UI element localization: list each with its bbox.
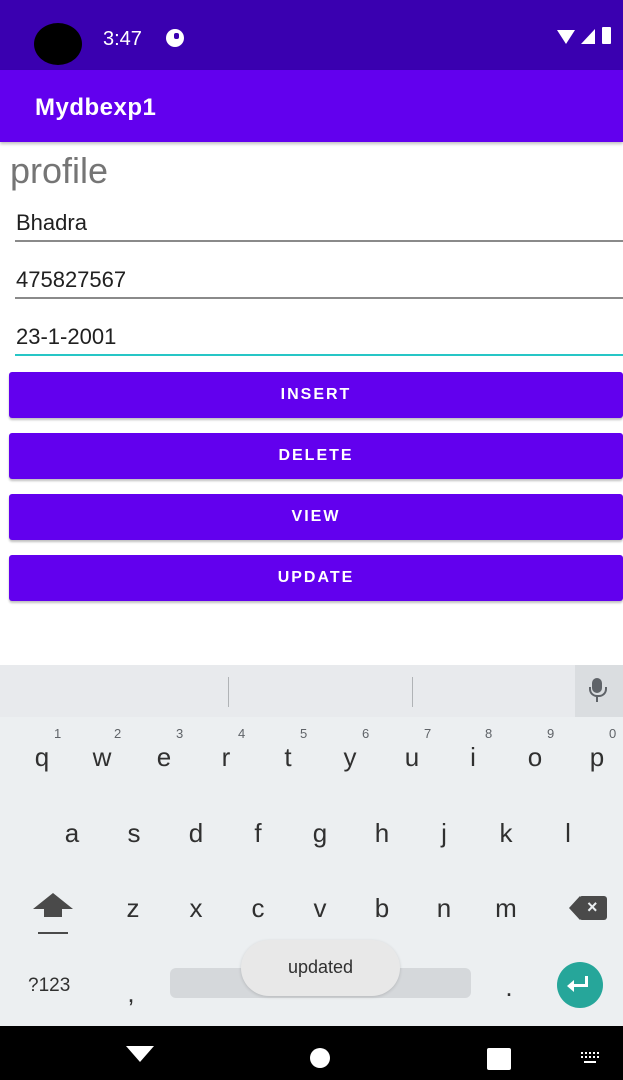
key-n[interactable]: n	[424, 893, 464, 924]
comma-key[interactable]: ,	[111, 978, 151, 1009]
name-field[interactable]: Bhadra	[15, 200, 623, 242]
navigation-bar	[0, 1026, 623, 1080]
key-hint-0: 0	[609, 726, 617, 741]
key-e[interactable]: e	[144, 742, 184, 773]
app-title: Mydbexp1	[35, 94, 157, 121]
key-hint-5: 5	[300, 726, 308, 741]
key-hint-2: 2	[114, 726, 122, 741]
wifi-icon	[557, 30, 575, 44]
key-p[interactable]: p	[577, 742, 617, 773]
key-hint-3: 3	[176, 726, 184, 741]
backspace-icon[interactable]: ×	[569, 896, 607, 920]
key-o[interactable]: o	[515, 742, 555, 773]
update-button[interactable]: UPDATE	[9, 555, 623, 601]
key-hint-6: 6	[362, 726, 370, 741]
signal-icon	[581, 29, 595, 44]
battery-icon	[602, 27, 611, 44]
key-v[interactable]: v	[300, 893, 340, 924]
keyboard-switch-icon[interactable]	[581, 1052, 599, 1064]
key-q[interactable]: q	[22, 742, 62, 773]
key-d[interactable]: d	[176, 818, 216, 849]
key-b[interactable]: b	[362, 893, 402, 924]
key-y[interactable]: y	[330, 742, 370, 773]
shift-icon-stem	[44, 908, 62, 917]
app-bar: Mydbexp1	[0, 70, 623, 142]
notification-icon	[166, 29, 184, 47]
shift-icon-underline	[38, 932, 68, 934]
suggestion-divider	[412, 677, 413, 707]
key-k[interactable]: k	[486, 818, 526, 849]
status-time: 3:47	[103, 28, 142, 50]
phone-field[interactable]: 475827567	[15, 257, 623, 299]
suggestion-divider	[228, 677, 229, 707]
status-bar: 3:47	[0, 0, 623, 70]
key-w[interactable]: w	[82, 742, 122, 773]
enter-icon[interactable]	[557, 962, 603, 1008]
key-hint-4: 4	[238, 726, 246, 741]
dob-field-value: 23-1-2001	[16, 324, 117, 349]
key-hint-8: 8	[485, 726, 493, 741]
insert-button[interactable]: INSERT	[9, 372, 623, 418]
key-hint-7: 7	[424, 726, 432, 741]
name-field-value: Bhadra	[16, 210, 87, 235]
delete-button[interactable]: DELETE	[9, 433, 623, 479]
keyboard-suggestion-strip	[0, 665, 623, 718]
dob-field[interactable]: 23-1-2001	[15, 314, 623, 356]
home-icon[interactable]	[310, 1048, 330, 1068]
key-i[interactable]: i	[453, 742, 493, 773]
key-t[interactable]: t	[268, 742, 308, 773]
camera-cutout	[34, 23, 82, 65]
key-m[interactable]: m	[486, 893, 526, 924]
key-z[interactable]: z	[113, 893, 153, 924]
key-r[interactable]: r	[206, 742, 246, 773]
key-h[interactable]: h	[362, 818, 402, 849]
key-a[interactable]: a	[52, 818, 92, 849]
key-l[interactable]: l	[548, 818, 588, 849]
key-g[interactable]: g	[300, 818, 340, 849]
symbols-key[interactable]: ?123	[28, 975, 70, 997]
shift-icon[interactable]	[33, 893, 73, 909]
key-c[interactable]: c	[238, 893, 278, 924]
key-f[interactable]: f	[238, 818, 278, 849]
mic-icon[interactable]	[575, 665, 623, 717]
period-key[interactable]: .	[489, 972, 529, 1003]
view-button[interactable]: VIEW	[9, 494, 623, 540]
key-hint-1: 1	[54, 726, 62, 741]
key-x[interactable]: x	[176, 893, 216, 924]
back-icon[interactable]	[126, 1046, 154, 1062]
key-u[interactable]: u	[392, 742, 432, 773]
recents-icon[interactable]	[487, 1048, 511, 1070]
toast-message: updated	[241, 940, 400, 996]
key-j[interactable]: j	[424, 818, 464, 849]
key-s[interactable]: s	[114, 818, 154, 849]
profile-heading: profile	[10, 150, 109, 191]
key-hint-9: 9	[547, 726, 555, 741]
phone-field-value: 475827567	[16, 267, 127, 292]
